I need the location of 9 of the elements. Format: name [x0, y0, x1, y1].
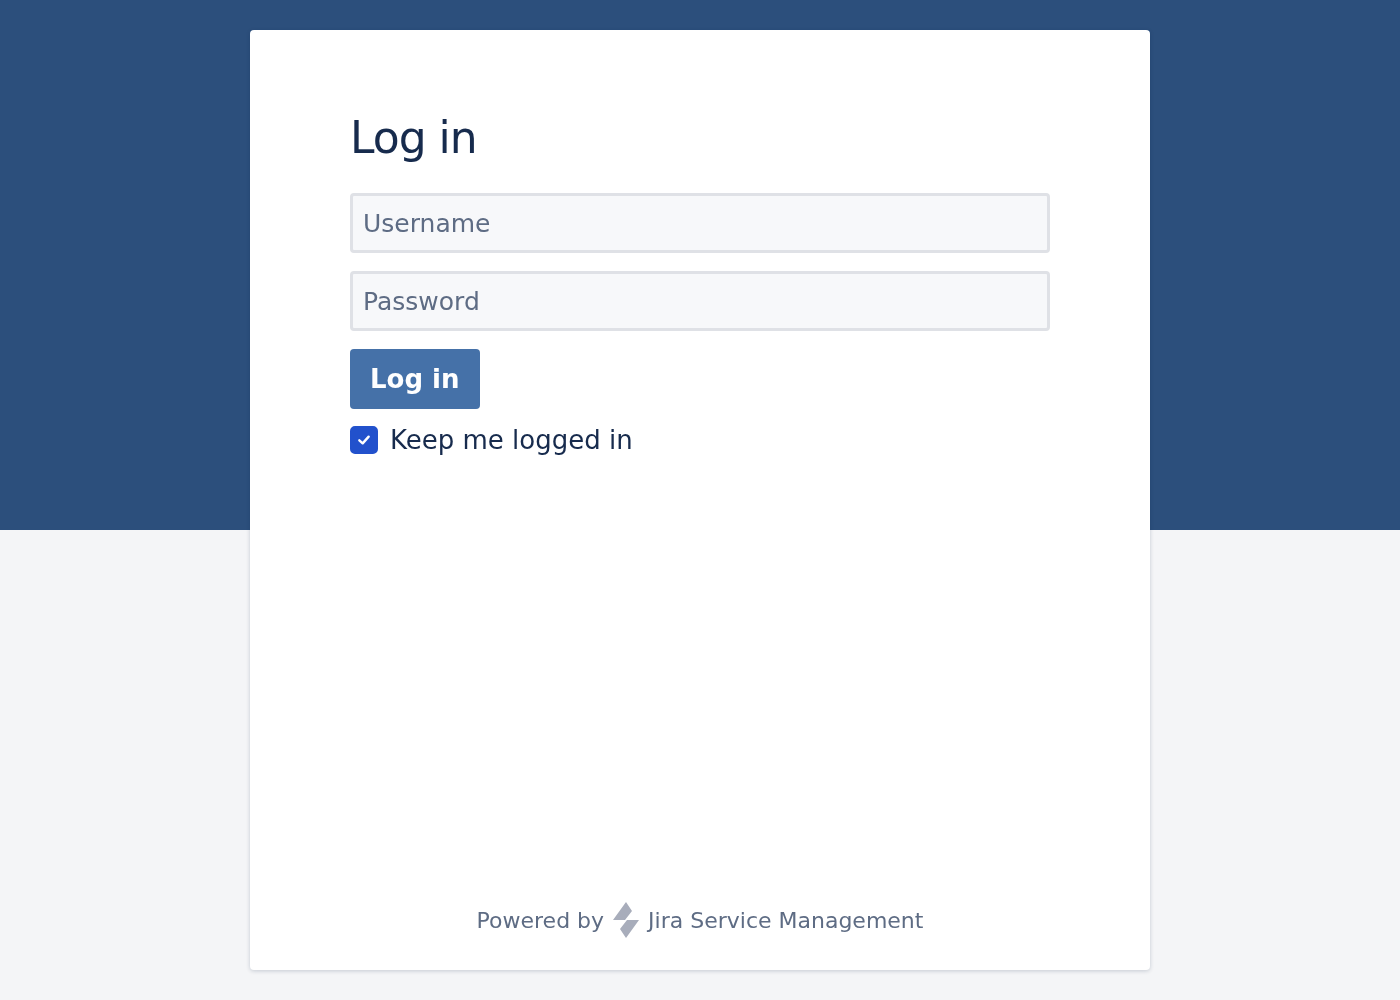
checkbox-label: Keep me logged in — [390, 425, 633, 455]
page-title: Log in — [350, 112, 478, 163]
login-button[interactable]: Log in — [350, 349, 480, 409]
check-icon — [356, 432, 372, 448]
powered-by-text: Powered by — [476, 907, 605, 933]
checkbox[interactable] — [350, 426, 378, 454]
input-field[interactable]: Username — [350, 193, 1050, 253]
product-name: Jira Service Management — [648, 907, 924, 933]
input-field[interactable]: Password — [350, 271, 1050, 331]
